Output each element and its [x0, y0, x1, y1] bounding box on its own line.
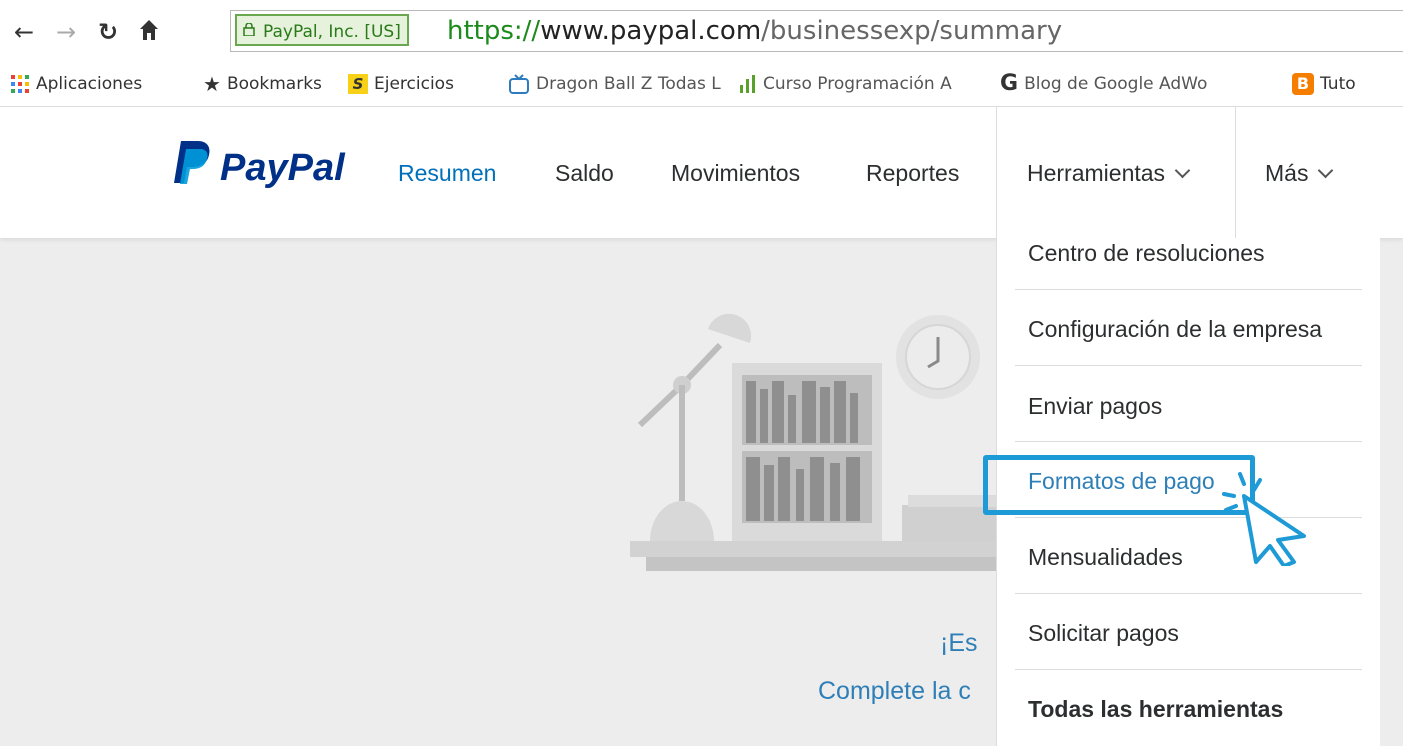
divider [1015, 365, 1362, 366]
nav-movimientos[interactable]: Movimientos [671, 160, 800, 187]
tools-text: Herramientas [1027, 160, 1166, 186]
menu-item-todas-herramientas[interactable]: Todas las herramientas [1028, 696, 1283, 723]
menu-item-enviar-pagos[interactable]: Enviar pagos [1028, 393, 1162, 420]
bookmark-adwords[interactable]: G Blog de Google AdWo [1000, 72, 1207, 96]
menu-item-configuracion-empresa[interactable]: Configuración de la empresa [1028, 316, 1322, 343]
bookmark-apps[interactable]: Aplicaciones [10, 72, 142, 96]
bookmark-label: Blog de Google AdWo [1024, 74, 1208, 94]
menu-item-mensualidades[interactable]: Mensualidades [1028, 544, 1183, 571]
chevron-down-icon [1174, 162, 1191, 179]
lock-icon [243, 23, 255, 36]
reload-icon[interactable]: ↻ [98, 14, 118, 50]
nav-mas[interactable]: Más [1265, 160, 1334, 187]
blogger-icon: B [1292, 73, 1314, 95]
paypal-header: PayPal Resumen Saldo Movimientos Reporte… [0, 107, 1403, 238]
back-arrow-icon[interactable]: ← [14, 14, 34, 50]
google-g-icon: G [1000, 71, 1019, 96]
bookmark-tuto[interactable]: B Tuto [1292, 72, 1356, 96]
desk-illustration [630, 313, 996, 571]
menu-item-centro-resoluciones[interactable]: Centro de resoluciones [1028, 240, 1265, 267]
bookmark-label: Dragon Ball Z Todas L [536, 74, 721, 94]
bookmark-label: Curso Programación A [763, 74, 952, 94]
bookmarks-bar: Aplicaciones ★ Bookmarks S Ejercicios Drag… [0, 62, 1403, 107]
url-host: www.paypal.com [540, 16, 762, 46]
divider [1015, 669, 1362, 670]
divider [1015, 289, 1362, 290]
apps-grid-icon [11, 75, 29, 93]
nav-reportes[interactable]: Reportes [866, 160, 959, 187]
bookmark-label: Tuto [1320, 74, 1356, 94]
main-heading: ¡Es [940, 629, 978, 657]
chevron-down-icon [1318, 162, 1334, 179]
nav-resumen[interactable]: Resumen [398, 160, 496, 187]
bookmark-label: Ejercicios [374, 74, 454, 94]
divider [1015, 441, 1362, 442]
url-path: /businessexp/summary [761, 16, 1063, 46]
main-subtext: Complete la c [818, 677, 971, 705]
url-scheme: https:// [447, 16, 541, 46]
secure-badge[interactable]: PayPal, Inc. [US] [235, 14, 409, 46]
star-icon: ★ [203, 72, 221, 96]
bookmark-label: Aplicaciones [36, 74, 143, 94]
tab-herramientas[interactable]: Herramientas [996, 107, 1236, 238]
bookmark-dragon-ball[interactable]: Dragon Ball Z Todas L [508, 72, 721, 96]
divider [1015, 593, 1362, 594]
tv-icon [509, 74, 529, 94]
home-icon[interactable] [138, 16, 160, 52]
s-logo-icon: S [348, 74, 368, 94]
bookmark-bookmarks[interactable]: ★ Bookmarks [203, 72, 322, 96]
paypal-p-icon [174, 141, 210, 184]
paypal-logo[interactable]: PayPal [172, 139, 345, 190]
secure-label: PayPal, Inc. [US] [263, 22, 401, 42]
browser-toolbar: ← → ↻ PayPal, Inc. [US] https://www.payp… [0, 0, 1403, 62]
paypal-wordmark: PayPal [220, 147, 345, 189]
address-bar[interactable]: PayPal, Inc. [US] https://www.paypal.com… [230, 10, 1403, 52]
more-text: Más [1265, 160, 1309, 186]
bookmark-label: Bookmarks [226, 74, 322, 94]
click-cursor-icon [1222, 472, 1306, 566]
menu-item-solicitar-pagos[interactable]: Solicitar pagos [1028, 620, 1179, 647]
bar-chart-icon [740, 75, 755, 93]
bookmark-curso[interactable]: Curso Programación A [739, 72, 952, 96]
forward-arrow-icon[interactable]: → [56, 14, 76, 50]
highlight-box [983, 455, 1255, 515]
url-text[interactable]: https://www.paypal.com/businessexp/summa… [447, 14, 1062, 48]
tools-label: Herramientas [1027, 160, 1191, 187]
nav-saldo[interactable]: Saldo [555, 160, 614, 187]
bookmark-ejercicios[interactable]: S Ejercicios [348, 72, 454, 96]
